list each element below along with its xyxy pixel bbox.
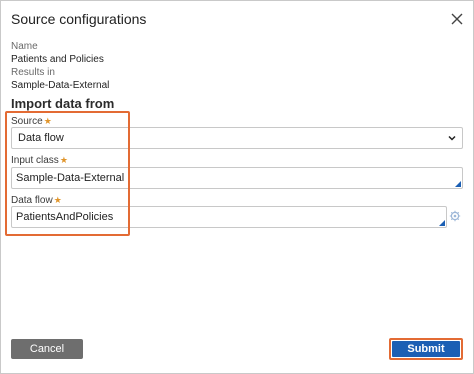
- name-label: Name: [11, 41, 38, 52]
- chevron-down-icon: [448, 135, 456, 141]
- source-configurations-dialog: Source configurations Name Patients and …: [0, 0, 474, 374]
- data-flow-value: PatientsAndPolicies: [16, 211, 114, 223]
- results-in-label: Results in: [11, 67, 55, 78]
- submit-button[interactable]: Submit: [392, 341, 460, 357]
- required-star-icon: ★: [59, 155, 68, 165]
- results-in-value: Sample-Data-External: [11, 80, 110, 91]
- data-flow-label-text: Data flow: [11, 195, 53, 206]
- autocomplete-corner-icon: [439, 220, 445, 226]
- close-icon: [451, 13, 463, 25]
- gear-icon[interactable]: [449, 210, 461, 222]
- close-button[interactable]: [449, 11, 465, 27]
- required-star-icon: ★: [43, 116, 52, 126]
- input-class-field[interactable]: Sample-Data-External: [11, 167, 463, 189]
- autocomplete-corner-icon: [455, 181, 461, 187]
- source-select-value: Data flow: [18, 132, 64, 144]
- dialog-title: Source configurations: [11, 11, 147, 27]
- data-flow-field[interactable]: PatientsAndPolicies: [11, 206, 447, 228]
- cancel-button[interactable]: Cancel: [11, 339, 83, 359]
- name-value: Patients and Policies: [11, 54, 104, 65]
- input-class-label-text: Input class: [11, 155, 59, 166]
- import-data-heading: Import data from: [11, 96, 115, 111]
- required-star-icon: ★: [53, 195, 62, 205]
- source-label-text: Source: [11, 116, 43, 127]
- data-flow-label: Data flow★: [11, 195, 62, 206]
- source-select[interactable]: Data flow: [11, 127, 463, 149]
- input-class-value: Sample-Data-External: [16, 172, 125, 184]
- input-class-label: Input class★: [11, 155, 68, 166]
- source-label: Source★: [11, 116, 52, 127]
